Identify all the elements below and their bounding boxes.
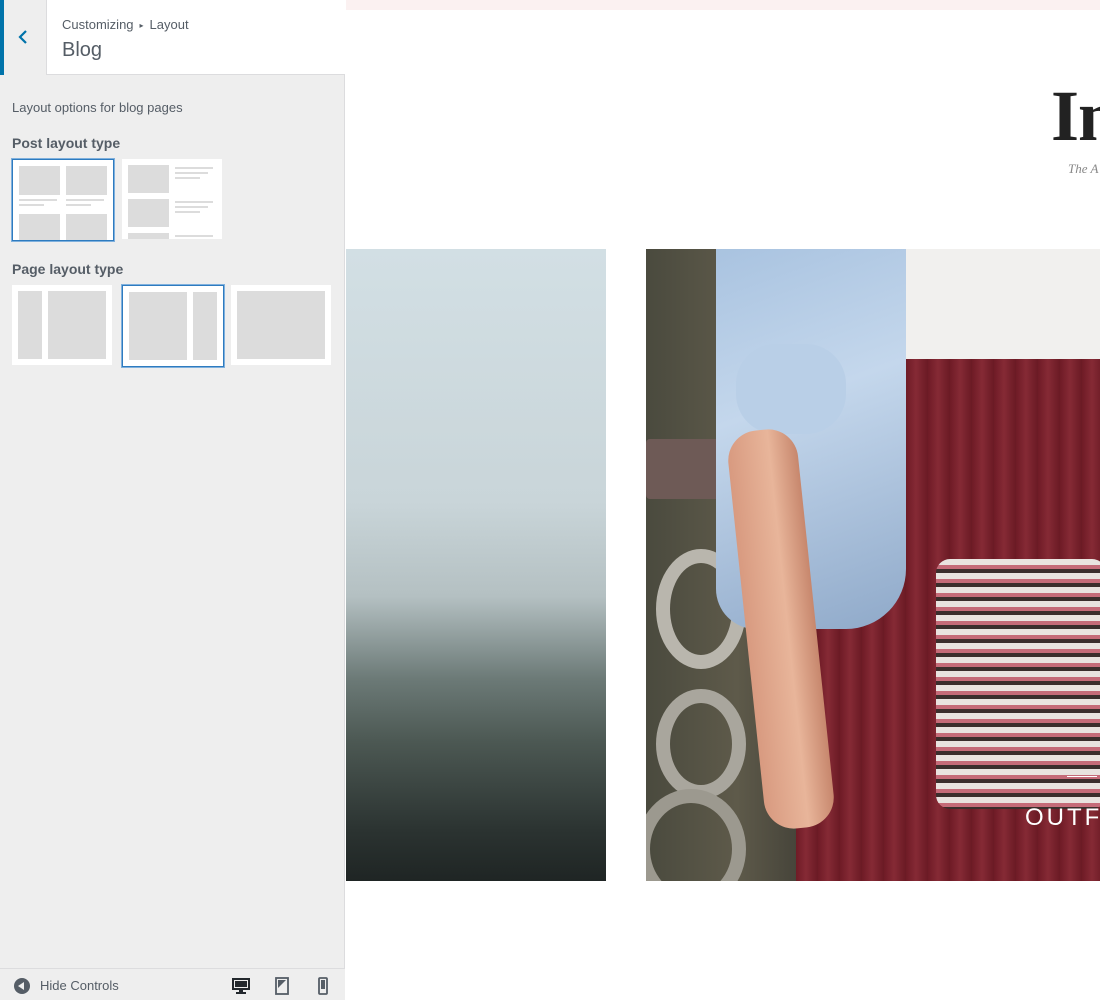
post-layout-label: Post layout type <box>12 135 121 151</box>
post-title-rule <box>1067 776 1097 777</box>
mobile-preview-icon[interactable] <box>313 976 333 996</box>
breadcrumb-current: Layout <box>149 17 189 32</box>
customizer-sidebar: Customizing ▸ Layout Blog Layout options f… <box>0 0 345 1000</box>
hide-controls-label: Hide Controls <box>40 978 119 993</box>
featured-image-landscape[interactable] <box>346 249 606 881</box>
post-layout-list-option[interactable] <box>122 159 222 239</box>
page-layout-no-sidebar-option[interactable] <box>231 285 331 365</box>
featured-post-title[interactable]: OUTF <box>1025 804 1100 832</box>
site-tagline: The A <box>1068 161 1099 176</box>
breadcrumb: Customizing ▸ Layout <box>62 17 189 32</box>
desktop-preview-icon[interactable] <box>231 976 251 996</box>
section-title: Blog <box>62 39 103 61</box>
section-description: Layout options for blog pages <box>12 100 183 115</box>
breadcrumb-parent: Customizing <box>62 17 134 32</box>
breadcrumb-separator-icon: ▸ <box>139 21 144 30</box>
customizer-footer: Hide Controls <box>0 968 345 1000</box>
page-layout-left-sidebar-option[interactable] <box>12 285 112 365</box>
tablet-preview-icon[interactable] <box>272 976 292 996</box>
top-bar <box>346 0 1100 10</box>
site-title[interactable]: In <box>1051 75 1100 158</box>
back-button[interactable] <box>0 0 47 75</box>
collapse-arrow-icon <box>14 978 30 994</box>
post-layout-grid-option[interactable] <box>12 159 114 241</box>
chevron-left-icon <box>18 30 27 44</box>
page-layout-label: Page layout type <box>12 261 124 277</box>
customizer-section-header: Customizing ▸ Layout Blog <box>0 0 345 75</box>
site-preview: In The A OUTF <box>346 0 1100 1000</box>
featured-image-outfit[interactable] <box>646 249 1100 881</box>
page-layout-right-sidebar-option[interactable] <box>122 285 224 367</box>
